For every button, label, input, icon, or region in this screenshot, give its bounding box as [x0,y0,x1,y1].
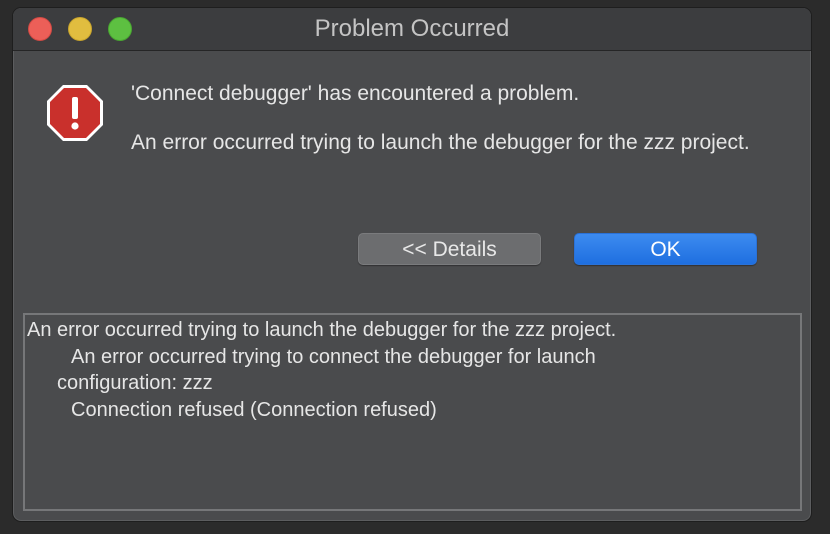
error-details-panel[interactable]: An error occurred trying to launch the d… [23,313,802,511]
problem-dialog-window: Problem Occurred 'Connect debugger' has … [12,7,812,522]
details-line: Connection refused (Connection refused) [71,398,437,421]
details-line: An error occurred trying to launch the d… [27,319,617,341]
title-bar[interactable]: Problem Occurred [13,8,811,51]
details-line: configuration: zzz [57,372,213,394]
error-heading: 'Connect debugger' has encountered a pro… [131,82,580,105]
details-toggle-button[interactable]: << Details [358,233,541,265]
error-stop-icon [47,85,103,141]
details-line: An error occurred trying to connect the … [71,345,596,368]
window-title: Problem Occurred [314,15,510,42]
ok-button[interactable]: OK [574,233,757,265]
error-message: An error occurred trying to launch the d… [131,131,750,154]
